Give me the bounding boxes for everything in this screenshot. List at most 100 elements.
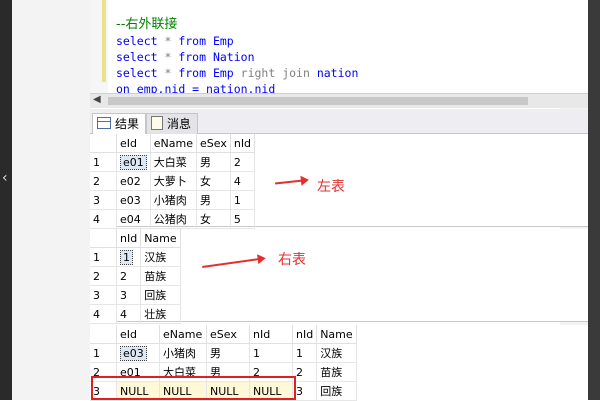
table-cell[interactable]: 大白菜 [150, 152, 198, 172]
table-cell[interactable]: 回族 [316, 381, 357, 401]
comment-text: --右外联接 [116, 17, 178, 32]
table-cell[interactable]: e04 [116, 209, 151, 229]
table-cell[interactable]: 1 [292, 343, 318, 363]
table-cell[interactable]: 小猪肉 [159, 343, 207, 363]
screen-edge-right [588, 0, 600, 400]
column-header[interactable]: eId [116, 134, 151, 153]
table-row[interactable]: 2 2 苗族 [90, 266, 181, 286]
editor-horizontal-scrollbar[interactable]: ◀ [90, 93, 588, 108]
screen-edge-left: ‹ [0, 0, 12, 400]
code-line-4: select * from Emp right join nation [116, 65, 358, 81]
row-number[interactable]: 1 [90, 152, 117, 172]
table-cell[interactable]: 2 [116, 266, 142, 286]
code-line-1: --右外联接 [116, 16, 358, 33]
tab-messages-label: 消息 [167, 117, 192, 131]
column-header[interactable]: nId [292, 325, 318, 344]
join-keyword: right join [240, 66, 310, 80]
column-header[interactable]: eName [159, 325, 207, 344]
table-cell[interactable]: 公猪肉 [150, 209, 198, 229]
table-cell[interactable]: 4 [116, 304, 142, 324]
right-table-annotation: 右表 [278, 252, 306, 268]
table-cell[interactable]: 苗族 [140, 266, 181, 286]
row-number[interactable]: 4 [90, 209, 117, 229]
table-cell[interactable]: e02 [116, 171, 151, 191]
table-cell[interactable]: 回族 [140, 285, 181, 305]
table-cell[interactable]: 2 [292, 362, 318, 382]
column-header[interactable]: eName [150, 134, 198, 153]
table-row[interactable]: 1 1 汉族 [90, 247, 181, 267]
table-row[interactable]: 3 3 回族 [90, 285, 181, 305]
selected-cell-text: e01 [120, 154, 147, 170]
tab-messages[interactable]: 消息 [146, 113, 199, 134]
table-cell[interactable]: 大萝卜 [150, 171, 198, 191]
column-header[interactable]: nId [230, 134, 256, 153]
table-cell[interactable]: 汉族 [140, 247, 181, 267]
tab-results[interactable]: 结果 [92, 113, 147, 134]
row-number[interactable]: 3 [90, 190, 117, 210]
table-row[interactable]: 4 4 壮族 [90, 304, 181, 324]
table-cell[interactable]: 1 [230, 190, 256, 210]
keyword: from [178, 66, 207, 80]
row-number[interactable]: 2 [90, 266, 117, 286]
table-cell[interactable]: 苗族 [316, 362, 357, 382]
column-header[interactable]: eSex [196, 134, 231, 153]
table-cell[interactable]: 男 [206, 343, 250, 363]
column-header[interactable]: eId [116, 325, 160, 344]
column-header[interactable]: nId [116, 229, 142, 248]
table-cell[interactable]: 壮族 [140, 304, 181, 324]
column-header[interactable]: nId [249, 325, 293, 344]
table-cell[interactable]: 4 [230, 171, 256, 191]
row-number-header [90, 229, 117, 248]
table-header: eId eName eSex nId nId Name [90, 325, 357, 344]
table-cell[interactable]: e01 [116, 152, 151, 172]
table-row[interactable]: 1 e03 小猪肉 男 1 1 汉族 [90, 343, 357, 363]
chevron-left-icon: ‹ [2, 170, 8, 186]
nation-table: nId Name 1 1 汉族 2 2 苗族 3 3 回族 4 4 壮族 [90, 229, 181, 324]
row-number[interactable]: 4 [90, 304, 117, 324]
results-tab-bar: 结果 消息 [90, 109, 588, 134]
sql-editor[interactable]: --右外联接 select * from Emp select * from Nat… [90, 0, 588, 96]
tab-results-label: 结果 [115, 117, 140, 131]
table-cell[interactable]: 小猪肉 [150, 190, 198, 210]
table-cell[interactable]: 3 [116, 285, 142, 305]
table-cell[interactable]: 男 [196, 190, 231, 210]
emp-table: eId eName eSex nId 1 e01 大白菜 男 2 2 e02 大… [90, 134, 256, 229]
row-number[interactable]: 1 [90, 247, 117, 267]
table-cell[interactable]: 男 [196, 152, 231, 172]
result-grid-nation: nId Name 1 1 汉族 2 2 苗族 3 3 回族 4 4 壮族 [90, 229, 588, 324]
table-cell[interactable]: 5 [230, 209, 256, 229]
column-header[interactable]: eSex [206, 325, 250, 344]
table-cell[interactable]: 3 [292, 381, 318, 401]
table-cell[interactable]: e03 [116, 190, 151, 210]
keyword: select [116, 34, 158, 48]
scroll-left-icon[interactable]: ◀ [93, 94, 101, 105]
table-name: Nation [206, 50, 255, 64]
column-header[interactable]: Name [140, 229, 181, 248]
row-number[interactable]: 3 [90, 285, 117, 305]
table-cell[interactable]: 1 [116, 247, 142, 267]
table-name: nation [309, 66, 359, 80]
selected-cell-text: e03 [120, 345, 147, 361]
table-row[interactable]: 3 e03 小猪肉 男 1 [90, 190, 256, 210]
table-row[interactable]: 1 e01 大白菜 男 2 [90, 152, 256, 172]
table-cell[interactable]: 汉族 [316, 343, 357, 363]
keyword: from [178, 34, 207, 48]
code-line-2: select * from Emp [116, 33, 358, 49]
row-number[interactable]: 1 [90, 343, 117, 363]
operator: * [157, 50, 179, 64]
table-cell[interactable]: 女 [196, 209, 231, 229]
table-header: eId eName eSex nId [90, 134, 256, 153]
row-number[interactable]: 2 [90, 171, 117, 191]
message-icon [151, 116, 163, 130]
column-header[interactable]: Name [316, 325, 357, 344]
table-row[interactable]: 4 e04 公猪肉 女 5 [90, 209, 256, 229]
scrollbar-thumb[interactable] [108, 97, 528, 105]
table-cell[interactable]: 2 [230, 152, 256, 172]
table-row[interactable]: 2 e02 大萝卜 女 4 [90, 171, 256, 191]
table-cell[interactable]: 1 [249, 343, 293, 363]
table-cell[interactable]: 女 [196, 171, 231, 191]
change-indicator-bar [102, 0, 106, 82]
table-cell[interactable]: e03 [116, 343, 160, 363]
table-header: nId Name [90, 229, 181, 248]
row-number-header [90, 134, 117, 153]
